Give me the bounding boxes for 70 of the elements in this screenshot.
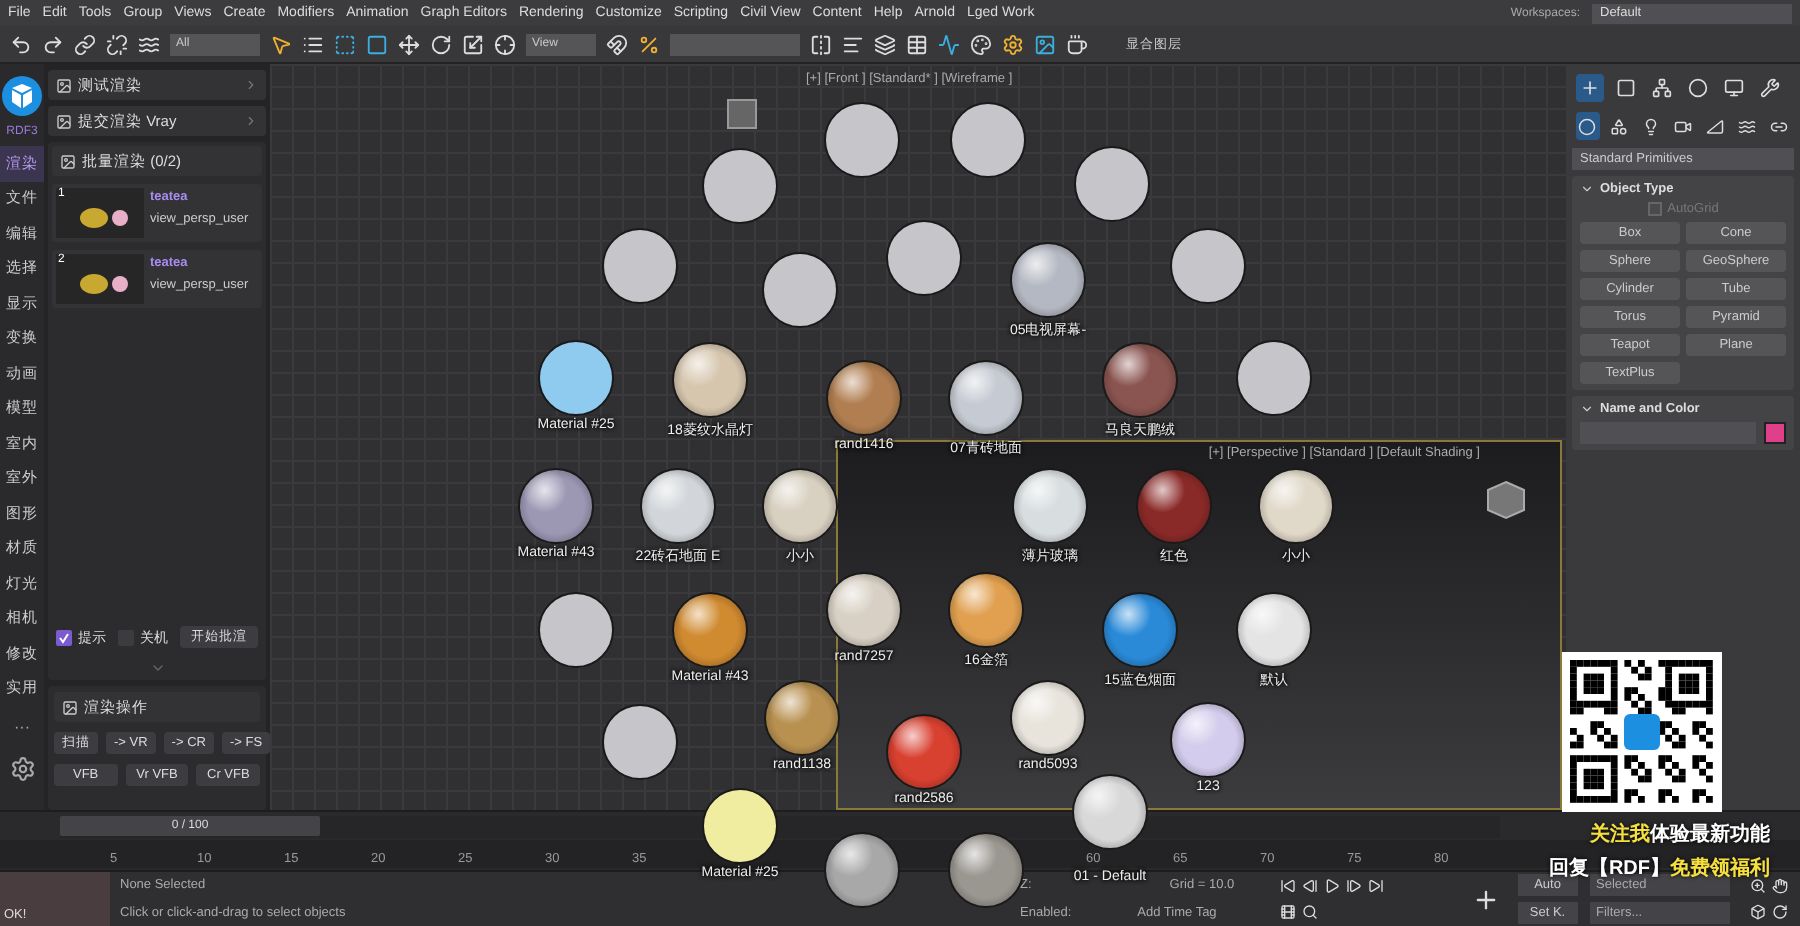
layers-icon[interactable]	[874, 33, 896, 55]
unlink-icon[interactable]	[106, 33, 128, 55]
waves-icon[interactable]	[138, 33, 160, 55]
chevron-icon[interactable]	[149, 660, 165, 676]
step-back-icon[interactable]	[1302, 877, 1318, 894]
percent-icon[interactable]	[638, 33, 660, 55]
settings-icon[interactable]	[1002, 33, 1024, 55]
cube-icon[interactable]	[1750, 904, 1766, 921]
align-icon[interactable]	[842, 33, 864, 55]
waves-icon	[1737, 117, 1756, 135]
rotate-icon[interactable]	[430, 33, 452, 55]
lightbulb-icon	[1642, 117, 1661, 135]
pan-icon[interactable]	[1772, 877, 1788, 894]
table-icon[interactable]	[906, 33, 928, 55]
link-icon	[1769, 117, 1788, 135]
sphere-icon	[1578, 117, 1597, 135]
panel-tab[interactable]	[1612, 74, 1640, 102]
promo-text: 回复【RDF】免费领福利	[1548, 855, 1770, 880]
image-icon	[60, 153, 76, 169]
panel-tab[interactable]	[1684, 74, 1712, 102]
scale-icon[interactable]	[462, 33, 484, 55]
panel-tab[interactable]	[1648, 74, 1676, 102]
step-forward-icon[interactable]	[1346, 877, 1362, 894]
image-icon	[62, 699, 78, 715]
orbit-icon[interactable]	[1772, 904, 1788, 921]
select-icon[interactable]	[270, 33, 292, 55]
category-tab[interactable]	[1576, 112, 1600, 140]
wrench-icon	[1760, 78, 1780, 98]
camera-icon	[1674, 117, 1692, 135]
plus-icon	[1580, 78, 1600, 98]
play-icon[interactable]	[1324, 877, 1340, 894]
plus-icon[interactable]	[1472, 885, 1501, 913]
panel-tab[interactable]	[1756, 74, 1784, 102]
more-label[interactable]: ···	[14, 718, 30, 736]
undo-icon[interactable]	[10, 33, 32, 55]
shapes-icon	[1610, 117, 1629, 135]
zoom-icon[interactable]	[1750, 877, 1766, 894]
promo-text: 关注我体验最新功能	[1590, 820, 1770, 848]
panel-tab[interactable]	[1576, 74, 1604, 102]
curve-icon[interactable]	[938, 33, 960, 55]
panel-tab[interactable]	[1720, 74, 1748, 102]
monitor-icon	[1724, 78, 1744, 98]
redo-icon[interactable]	[42, 33, 64, 55]
square-icon	[1616, 78, 1636, 98]
caret-icon[interactable]	[1580, 402, 1594, 416]
triangle-ruler-icon	[1705, 117, 1724, 135]
square-icon[interactable]	[366, 33, 388, 55]
chevron-icon	[244, 78, 258, 92]
skip-forward-icon[interactable]	[1368, 877, 1384, 894]
link-icon[interactable]	[74, 33, 96, 55]
skip-back-icon[interactable]	[1280, 877, 1296, 894]
settings-icon[interactable]	[9, 756, 35, 782]
hierarchy-icon	[1652, 78, 1672, 98]
image-icon	[56, 77, 72, 93]
circle-icon	[1688, 78, 1708, 98]
search-icon[interactable]	[1302, 904, 1318, 921]
logo-icon	[2, 76, 42, 116]
caret-icon[interactable]	[1580, 182, 1594, 196]
list-icon[interactable]	[302, 33, 324, 55]
magnet-icon[interactable]	[606, 33, 628, 55]
chevron-icon	[244, 114, 258, 128]
film-icon[interactable]	[1280, 904, 1296, 921]
image-icon[interactable]	[1034, 33, 1056, 55]
crosshair-icon[interactable]	[494, 33, 516, 55]
palette-icon[interactable]	[970, 33, 992, 55]
move-icon[interactable]	[398, 33, 420, 55]
mirror-icon[interactable]	[810, 33, 832, 55]
dashed-square-icon[interactable]	[334, 33, 356, 55]
image-icon	[56, 113, 72, 129]
color-swatch[interactable]	[1764, 422, 1786, 444]
